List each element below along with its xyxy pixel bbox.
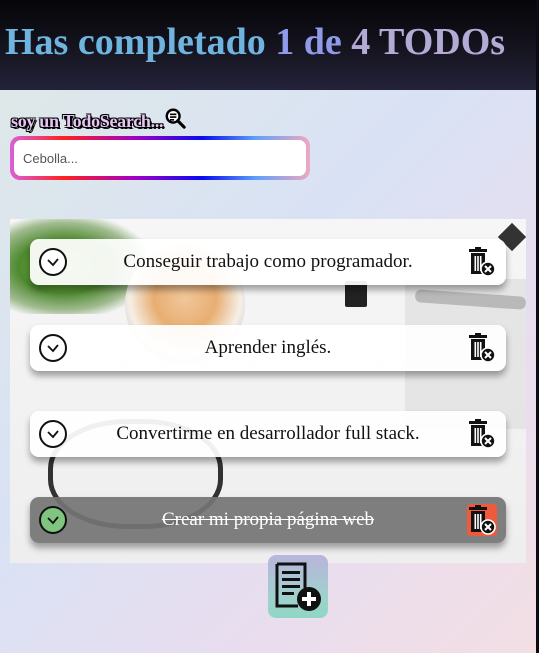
search-input-frame: [10, 136, 310, 180]
completed-count: 1: [275, 21, 295, 63]
todo-item: Aprender inglés.: [30, 325, 506, 371]
delete-todo-button[interactable]: [467, 246, 497, 278]
complete-todo-button[interactable]: [39, 506, 67, 534]
title-suffix: TODOs: [379, 21, 506, 63]
magnifier-icon: [165, 108, 186, 129]
todo-text: Crear mi propia página web: [161, 509, 375, 530]
trash-delete-icon: [469, 419, 496, 449]
complete-todo-button[interactable]: [39, 420, 67, 448]
complete-todo-button[interactable]: [39, 334, 67, 362]
title-prefix: Has completado: [5, 21, 266, 63]
todo-text: Conseguir trabajo como programador.: [123, 251, 413, 272]
trash-delete-icon: [469, 333, 496, 363]
trash-delete-icon: [469, 505, 496, 535]
delete-todo-button[interactable]: [467, 332, 497, 364]
check-icon: [47, 430, 59, 439]
header-bar: Has completado 1 de 4 TODOs: [0, 0, 536, 90]
todo-text: Aprender inglés.: [204, 337, 332, 358]
complete-todo-button[interactable]: [39, 248, 67, 276]
total-count: 4: [351, 21, 371, 63]
search-label: soy un TodoSearch...: [11, 110, 164, 131]
delete-todo-button[interactable]: [467, 504, 497, 536]
todo-item: Convertirme en desarrollador full stack.: [30, 411, 506, 457]
trash-delete-icon: [469, 247, 496, 277]
page-title: Has completado 1 de 4 TODOs: [5, 20, 505, 64]
search-label-row: soy un TodoSearch...: [11, 108, 186, 134]
add-note-icon: [275, 562, 321, 611]
check-icon: [47, 344, 59, 353]
delete-todo-button[interactable]: [467, 418, 497, 450]
todo-item: Conseguir trabajo como programador.: [30, 239, 506, 285]
check-icon: [47, 516, 59, 525]
create-todo-button[interactable]: [268, 555, 328, 618]
todo-item-completed: Crear mi propia página web: [30, 497, 506, 543]
check-icon: [47, 258, 59, 267]
todo-text: Convertirme en desarrollador full stack.: [116, 423, 420, 444]
search-input[interactable]: [14, 140, 306, 176]
title-connector: de: [303, 21, 342, 63]
